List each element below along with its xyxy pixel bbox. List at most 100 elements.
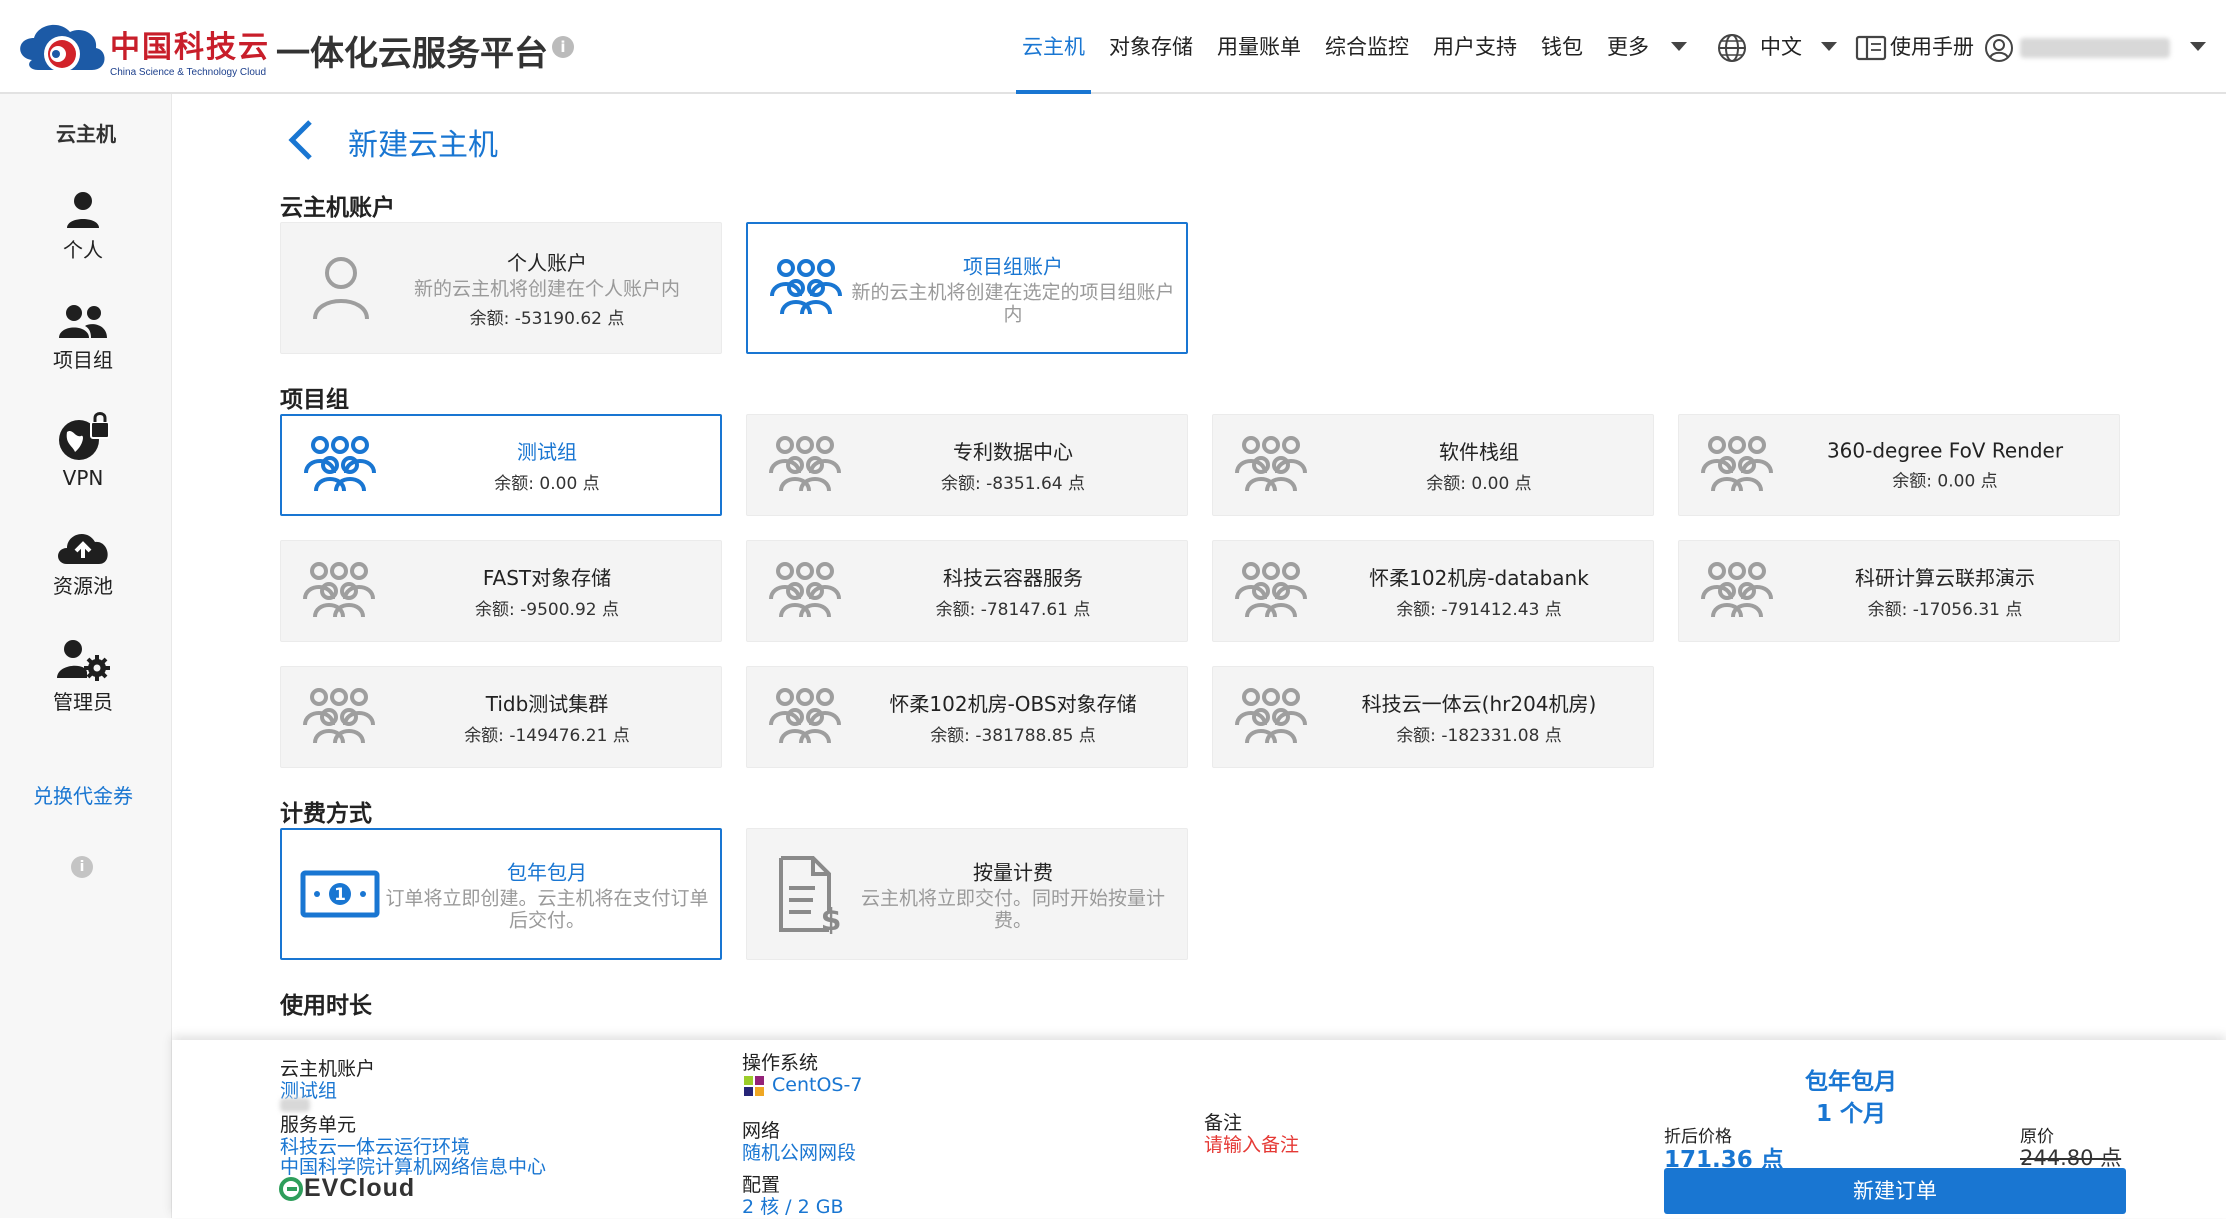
info-icon[interactable]: i <box>552 36 574 58</box>
group-name: 测试组 <box>517 440 577 464</box>
group-balance: 余额: -78147.61 点 <box>935 600 1091 620</box>
sidebar-item-project-group[interactable]: 项目组 <box>0 304 166 373</box>
card-name: 按量计费 <box>973 860 1053 885</box>
group-outline-icon <box>300 433 380 497</box>
sidebar-item-label: VPN <box>62 466 104 490</box>
redeem-voucher-link[interactable]: 兑换代金券 <box>0 780 166 809</box>
account-card-project-group[interactable]: 项目组账户 新的云主机将创建在选定的项目组账户内 <box>746 222 1188 354</box>
group-balance: 余额: -17056.31 点 <box>1867 600 2023 620</box>
group-balance: 余额: -182331.08 点 <box>1396 726 1562 746</box>
manual-book-icon[interactable] <box>1855 35 1887 61</box>
card-name: 项目组账户 <box>963 254 1063 279</box>
nav-wallet[interactable]: 钱包 <box>1541 0 1583 92</box>
project-group-card[interactable]: 科技云容器服务余额: -78147.61 点 <box>746 540 1188 642</box>
project-group-card[interactable]: 科技云一体云(hr204机房) 余额: -182331.08 点 <box>1212 666 1654 768</box>
group-outline-icon <box>299 559 379 623</box>
group-outline-icon <box>1697 559 1777 623</box>
nav-user-support[interactable]: 用户支持 <box>1433 0 1517 92</box>
remark-input[interactable]: 请输入备注 <box>1204 1130 1299 1157</box>
group-outline-icon <box>765 559 845 623</box>
sidebar-item-label: 项目组 <box>53 348 113 372</box>
group-outline-icon <box>1697 433 1777 497</box>
sidebar: 云主机 个人 项目组 VPN 资源池 管理员 兑换代金券 i <box>0 94 172 1218</box>
section-account-title: 云主机账户 <box>280 195 395 221</box>
page-title: 新建云主机 <box>348 128 498 163</box>
evcloud-logo-icon <box>279 1176 303 1201</box>
project-group-card[interactable]: 科研计算云联邦演示 余额: -17056.31 点 <box>1678 540 2120 642</box>
centos-icon <box>744 1076 764 1096</box>
sidebar-item-admin[interactable]: 管理员 <box>0 638 166 715</box>
account-card-personal[interactable]: 个人账户 新的云主机将创建在个人账户内 余额: -53190.62 点 <box>280 222 722 354</box>
create-order-button[interactable]: 新建订单 <box>1664 1168 2126 1214</box>
brand-block[interactable]: 中国科技云 China Science & Technology Cloud <box>110 22 270 78</box>
group-name: FAST对象存储 <box>482 566 612 590</box>
group-outline-icon <box>299 685 379 749</box>
platform-title: 一体化云服务平台 <box>276 34 548 74</box>
group-outline-icon <box>1231 433 1311 497</box>
order-summary-bar: 云主机账户 测试组 服务单元 科技云一体云运行环境 中国科学院计算机网络信息中心… <box>172 1040 2226 1218</box>
project-group-card[interactable]: 测试组余额: 0.00 点 <box>280 414 722 516</box>
card-balance: 余额: -53190.62 点 <box>469 309 625 329</box>
user-chevron-down-icon[interactable] <box>2190 42 2206 51</box>
money-bill-icon: 1 <box>300 870 380 918</box>
nav-cloud-host[interactable]: 云主机 <box>1016 0 1091 94</box>
sidebar-info-icon[interactable]: i <box>71 856 93 878</box>
section-billing-title: 计费方式 <box>280 801 372 827</box>
group-name: 软件栈组 <box>1439 440 1519 464</box>
card-name: 个人账户 <box>507 251 587 275</box>
user-account-icon[interactable] <box>1984 33 2014 63</box>
project-group-card[interactable]: 软件栈组余额: 0.00 点 <box>1212 414 1654 516</box>
language-selector[interactable]: 中文 <box>1760 0 1802 92</box>
group-outline-icon <box>766 256 846 320</box>
project-group-card[interactable]: 怀柔102机房-OBS对象存储 余额: -381788.85 点 <box>746 666 1188 768</box>
language-chevron-down-icon[interactable] <box>1821 42 1837 51</box>
nav-usage-bill[interactable]: 用量账单 <box>1217 0 1301 92</box>
billing-card-subscription[interactable]: 1 包年包月 订单将立即创建。云主机将在支付订单后交付。 <box>280 828 722 960</box>
group-balance: 余额: -9500.92 点 <box>475 600 619 620</box>
svg-text:$: $ <box>821 903 842 934</box>
card-desc: 云主机将立即交付。同时开始按量计费。 <box>860 887 1165 932</box>
project-group-card[interactable]: FAST对象存储余额: -9500.92 点 <box>280 540 722 642</box>
globe-icon[interactable] <box>1717 33 1747 63</box>
nav-more[interactable]: 更多 <box>1607 0 1649 92</box>
person-outline-icon <box>313 257 369 320</box>
group-balance: 余额: 0.00 点 <box>494 474 600 494</box>
sidebar-item-resource-pool[interactable]: 资源池 <box>0 526 166 599</box>
cstcloud-logo-icon[interactable] <box>12 14 110 82</box>
group-name: 科技云容器服务 <box>943 566 1083 590</box>
group-outline-icon <box>765 433 845 497</box>
group-balance: 余额: -381788.85 点 <box>930 726 1096 746</box>
back-arrow-icon[interactable] <box>282 116 322 164</box>
group-balance: 余额: 0.00 点 <box>1892 471 1998 492</box>
sidebar-item-label: 个人 <box>63 238 103 262</box>
evcloud-logo: EVCloud <box>278 1174 415 1203</box>
card-desc: 订单将立即创建。云主机将在支付订单后交付。 <box>385 887 709 932</box>
billing-card-pay-as-you-go[interactable]: $ 按量计费 云主机将立即交付。同时开始按量计费。 <box>746 828 1188 960</box>
project-group-card[interactable]: 怀柔102机房-databank 余额: -791412.43 点 <box>1212 540 1654 642</box>
pay-type-label: 包年包月 <box>1805 1069 1897 1095</box>
vpn-globe-lock-icon <box>59 412 110 460</box>
username-redacted[interactable] <box>2020 38 2170 58</box>
group-balance: 余额: -149476.21 点 <box>464 726 630 746</box>
sidebar-item-label: 管理员 <box>53 690 113 714</box>
group-name: 360-degree FoV Render <box>1826 438 2064 463</box>
sidebar-item-vpn[interactable]: VPN <box>0 412 166 490</box>
sidebar-item-label: 资源池 <box>53 574 113 598</box>
project-group-card[interactable]: Tidb测试集群 余额: -149476.21 点 <box>280 666 722 768</box>
sidebar-title: 云主机 <box>56 122 116 146</box>
summary-os-label: 操作系统 <box>742 1052 819 1074</box>
group-balance: 余额: 0.00 点 <box>1426 474 1532 494</box>
sidebar-item-personal[interactable]: 个人 <box>0 190 166 263</box>
group-name: 专利数据中心 <box>953 440 1073 464</box>
summary-config-value: 2 核 / 2 GB <box>742 1196 844 1218</box>
nav-monitoring[interactable]: 综合监控 <box>1325 0 1409 92</box>
nav-object-storage[interactable]: 对象存储 <box>1109 0 1193 92</box>
group-outline-icon <box>765 685 845 749</box>
brand-cn: 中国科技云 <box>110 30 270 65</box>
project-group-card[interactable]: 专利数据中心 余额: -8351.64 点 <box>746 414 1188 516</box>
user-manual-link[interactable]: 使用手册 <box>1890 0 1974 92</box>
summary-pay-type: 包年包月 1 个月 <box>1766 1066 1936 1130</box>
project-group-card[interactable]: 360-degree FoV Render 余额: 0.00 点 <box>1678 414 2120 516</box>
more-chevron-down-icon[interactable] <box>1671 42 1687 51</box>
admin-gear-icon <box>57 640 110 681</box>
